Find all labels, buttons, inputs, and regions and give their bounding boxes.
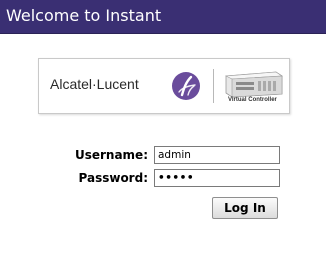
logo-panel: Alcatel·Lucent Virtual Controller <box>38 58 290 114</box>
logo-divider <box>213 69 214 103</box>
username-label: Username: <box>74 148 148 162</box>
username-input[interactable] <box>154 146 280 164</box>
password-label: Password: <box>78 171 149 185</box>
alcatel-lucent-logo-icon <box>172 72 200 100</box>
login-page: Welcome to Instant Alcatel·Lucent Virtua… <box>0 0 326 262</box>
username-row: Username: <box>0 146 326 166</box>
password-row: Password: <box>0 169 326 189</box>
page-title: Welcome to Instant <box>6 6 162 25</box>
header-bar: Welcome to Instant <box>0 0 326 34</box>
product-caption: Virtual Controller <box>228 97 277 103</box>
brand-name: Alcatel·Lucent <box>50 76 139 92</box>
login-button[interactable]: Log In <box>212 197 278 219</box>
virtual-controller-device-icon <box>224 71 283 98</box>
password-input[interactable] <box>154 169 280 187</box>
